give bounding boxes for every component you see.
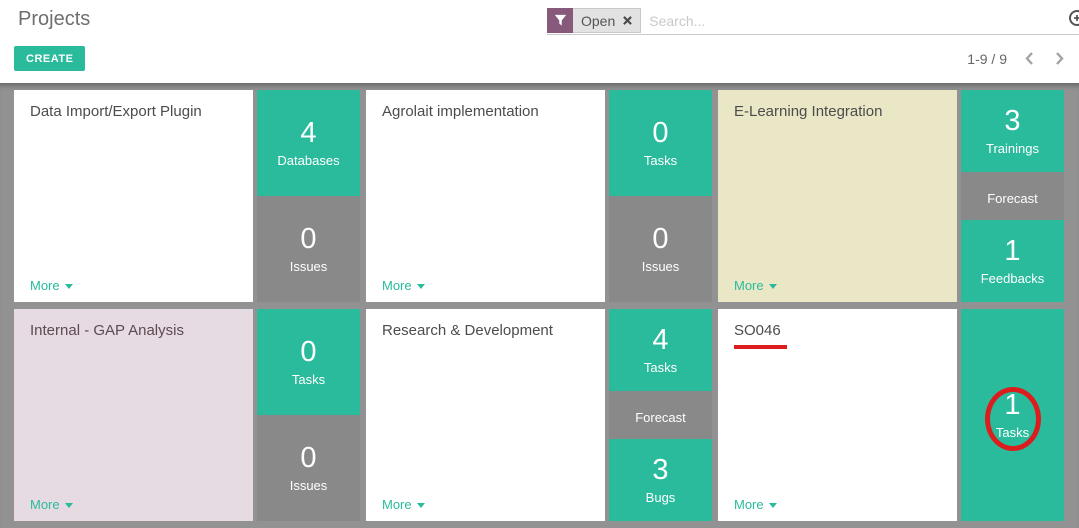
stat-button-feedbacks[interactable]: 1 Feedbacks [961, 220, 1064, 302]
stat-button-tasks[interactable]: 4 Tasks [609, 309, 712, 391]
red-underline-annotation [734, 344, 787, 349]
facet-remove-icon[interactable] [623, 16, 633, 25]
project-title: Data Import/Export Plugin [30, 103, 202, 120]
stat-button-issues[interactable]: 0 Issues [609, 196, 712, 302]
project-title: Internal - GAP Analysis [30, 322, 184, 339]
project-card-body[interactable]: SO046 More [718, 309, 957, 521]
stat-button-forecast[interactable]: Forecast [609, 391, 712, 439]
project-card[interactable]: Agrolait implementation More 0 Tasks 0 Issu… [366, 90, 712, 302]
caret-down-icon [416, 284, 425, 289]
more-dropdown[interactable]: More [382, 497, 425, 512]
stat-value: 0 [300, 335, 317, 368]
caret-down-icon [416, 503, 425, 508]
stat-label: Forecast [635, 409, 686, 425]
stat-button-tasks[interactable]: 0 Tasks [257, 309, 360, 415]
stat-panel: 4 Tasks Forecast 3 Bugs [609, 309, 712, 521]
stat-button-tasks[interactable]: 0 Tasks [609, 90, 712, 196]
stat-button-issues[interactable]: 0 Issues [257, 415, 360, 521]
more-label: More [382, 497, 412, 512]
stat-label: Tasks [643, 360, 678, 376]
project-title: Agrolait implementation [382, 103, 539, 120]
page-title: Projects [18, 8, 91, 30]
caret-down-icon [768, 503, 777, 508]
stat-value: 3 [1004, 104, 1021, 137]
stat-value: 3 [652, 453, 669, 486]
magnifier-plus-icon[interactable] [1068, 9, 1079, 34]
stat-value: 4 [300, 116, 317, 149]
search-input[interactable] [641, 12, 1068, 29]
project-card-body[interactable]: E-Learning Integration More [718, 90, 957, 302]
stat-value: 0 [652, 116, 669, 149]
more-dropdown[interactable]: More [734, 497, 777, 512]
stat-label: Trainings [986, 141, 1039, 157]
search-facet-open[interactable]: Open [547, 8, 642, 33]
project-card-body[interactable]: Data Import/Export Plugin More [14, 90, 253, 302]
project-card[interactable]: E-Learning Integration More 3 Trainings Fo… [718, 90, 1064, 302]
stat-button-trainings[interactable]: 3 Trainings [961, 90, 1064, 172]
more-dropdown[interactable]: More [30, 497, 73, 512]
project-title: E-Learning Integration [734, 103, 883, 120]
stat-value: 1 [1004, 234, 1021, 267]
stat-label: Feedbacks [980, 271, 1045, 287]
stat-button-forecast[interactable]: Forecast [961, 172, 1064, 220]
more-label: More [734, 497, 764, 512]
create-button[interactable]: CREATE [14, 46, 86, 71]
kanban-area: Data Import/Export Plugin More 4 Database… [0, 83, 1079, 528]
project-card[interactable]: Data Import/Export Plugin More 4 Database… [14, 90, 360, 302]
stat-panel: 4 Databases 0 Issues [257, 90, 360, 302]
stat-panel: 3 Trainings Forecast 1 Feedbacks [961, 90, 1064, 302]
project-title: SO046 [734, 322, 781, 339]
more-dropdown[interactable]: More [734, 278, 777, 293]
project-card-body[interactable]: Internal - GAP Analysis More [14, 309, 253, 521]
stat-value: 4 [652, 323, 669, 356]
stat-label: Issues [641, 259, 680, 275]
project-card-body[interactable]: Agrolait implementation More [366, 90, 605, 302]
project-card[interactable]: Research & Development More 4 Tasks Foreca… [366, 309, 712, 521]
stat-panel: 0 Tasks 0 Issues [257, 309, 360, 521]
more-label: More [734, 278, 764, 293]
stat-button-bugs[interactable]: 3 Bugs [609, 439, 712, 521]
project-card[interactable]: Internal - GAP Analysis More 0 Tasks 0 Issu… [14, 309, 360, 521]
caret-down-icon [64, 503, 73, 508]
caret-down-icon [768, 284, 777, 289]
stat-value: 1 [1004, 388, 1021, 421]
stat-label: Databases [277, 153, 340, 169]
project-title: Research & Development [382, 322, 553, 339]
stat-value: 0 [300, 222, 317, 255]
project-grid: Data Import/Export Plugin More 4 Database… [14, 90, 1064, 521]
pager: 1-9 / 9 [967, 46, 1067, 71]
more-dropdown[interactable]: More [30, 278, 73, 293]
pager-range: 1-9 / 9 [967, 50, 1007, 67]
more-dropdown[interactable]: More [382, 278, 425, 293]
stat-label: Bugs [645, 490, 676, 506]
facet-label: Open [581, 12, 616, 29]
filter-funnel-icon [547, 8, 573, 33]
stat-panel: 0 Tasks 0 Issues [609, 90, 712, 302]
search-bar: Open [547, 7, 1079, 35]
stat-panel: 1 Tasks [961, 309, 1064, 521]
caret-down-icon [64, 284, 73, 289]
stat-button-databases[interactable]: 4 Databases [257, 90, 360, 196]
more-label: More [30, 497, 60, 512]
stat-value: 0 [300, 441, 317, 474]
stat-label: Forecast [987, 190, 1038, 206]
more-label: More [382, 278, 412, 293]
project-card-body[interactable]: Research & Development More [366, 309, 605, 521]
stat-label: Tasks [291, 372, 326, 388]
stat-label: Tasks [995, 425, 1030, 441]
pager-next-button[interactable] [1052, 51, 1067, 66]
stat-button-issues[interactable]: 0 Issues [257, 196, 360, 302]
stat-value: 0 [652, 222, 669, 255]
pager-previous-button[interactable] [1022, 51, 1037, 66]
stat-label: Tasks [643, 153, 678, 169]
stat-label: Issues [289, 259, 328, 275]
project-card[interactable]: SO046 More 1 Tasks [718, 309, 1064, 521]
stat-button-tasks[interactable]: 1 Tasks [961, 309, 1064, 521]
top-bar: Projects Open CREATE 1-9 / 9 [0, 0, 1079, 83]
more-label: More [30, 278, 60, 293]
stat-label: Issues [289, 478, 328, 494]
